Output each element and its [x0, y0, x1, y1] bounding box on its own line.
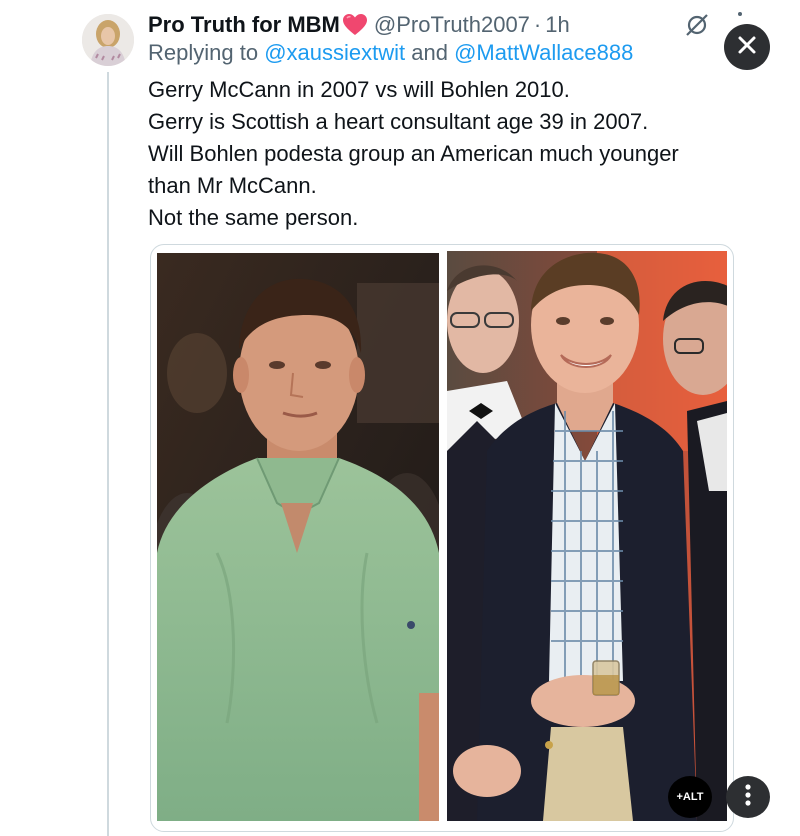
avatar[interactable] [82, 14, 134, 66]
media-more-button[interactable] [726, 776, 770, 818]
tweet-text-line: Gerry McCann in 2007 vs will Bohlen 2010… [148, 77, 570, 102]
close-icon [737, 35, 757, 60]
replying-prefix: Replying to [148, 40, 265, 65]
tweet-text-line: than Mr McCann. [148, 173, 317, 198]
tweet-text: Gerry McCann in 2007 vs will Bohlen 2010… [148, 74, 748, 234]
alt-badge[interactable]: +ALT [668, 776, 712, 818]
replying-to: Replying to @xaussiextwit and @MattWalla… [148, 40, 633, 66]
tweet-time[interactable]: 1h [545, 12, 569, 38]
grok-icon[interactable] [684, 12, 710, 38]
more-icon[interactable] [738, 12, 742, 16]
more-vertical-icon [745, 783, 751, 811]
author-handle[interactable]: @ProTruth2007 [374, 12, 530, 38]
media-container[interactable] [150, 244, 734, 832]
right-photo[interactable] [447, 251, 727, 821]
close-button[interactable] [724, 24, 770, 70]
tweet-text-line: Not the same person. [148, 205, 359, 230]
tweet-header: Pro Truth for MBM @ProTruth2007 · 1h [148, 10, 570, 40]
mention-link[interactable]: @xaussiextwit [264, 40, 405, 65]
tweet-text-line: Gerry is Scottish a heart consultant age… [148, 109, 649, 134]
left-photo[interactable] [157, 253, 439, 821]
heart-icon [342, 13, 368, 37]
thread-line [107, 72, 109, 836]
author-display-name[interactable]: Pro Truth for MBM [148, 12, 340, 38]
replying-conjunction: and [405, 40, 455, 65]
tweet-reply-page: Pro Truth for MBM @ProTruth2007 · 1h Rep… [0, 0, 800, 836]
header-separator: · [533, 12, 542, 37]
mention-link[interactable]: @MattWallace888 [454, 40, 633, 65]
tweet-text-line: Will Bohlen podesta group an American mu… [148, 141, 679, 166]
